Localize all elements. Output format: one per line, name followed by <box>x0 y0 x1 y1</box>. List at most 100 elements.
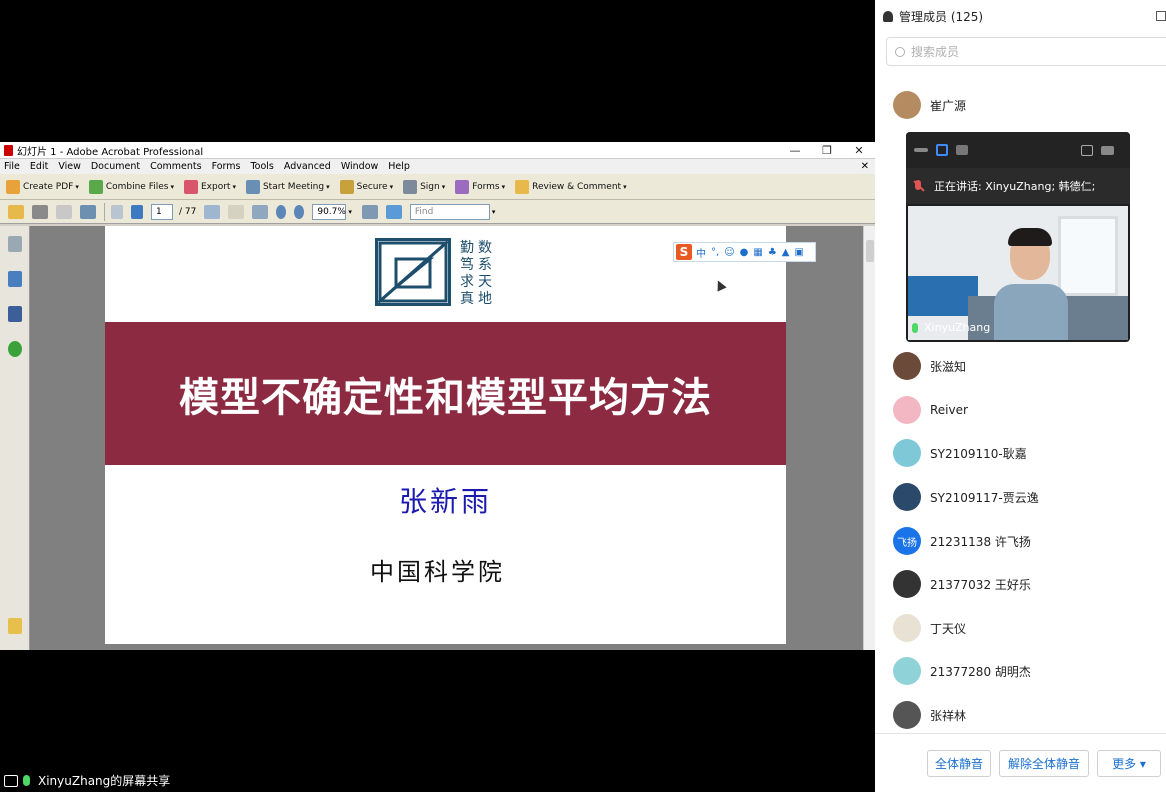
member-name: Reiver <box>930 403 968 417</box>
fit-width-icon[interactable] <box>385 204 402 219</box>
minimize-button[interactable]: — <box>779 144 811 157</box>
signatures-icon[interactable] <box>7 306 22 322</box>
save-icon[interactable] <box>56 204 72 219</box>
vertical-scrollbar[interactable] <box>863 226 875 650</box>
sign-button[interactable]: Sign ▾ <box>403 179 445 194</box>
menu-edit[interactable]: Edit <box>30 161 48 172</box>
menu-forms[interactable]: Forms <box>212 161 241 172</box>
ime-toolbar[interactable]: S 中 °, ☺ ● ▦ ♣ ▲ ▣ <box>673 242 816 262</box>
video-window[interactable]: 正在讲话: XinyuZhang; 韩德仁; XinyuZhang <box>906 132 1130 342</box>
member-item[interactable]: SY2109110-耿嘉 <box>893 438 1027 468</box>
video-toolbar <box>906 132 1130 168</box>
avatar <box>893 483 921 511</box>
fit-page-icon[interactable] <box>361 204 378 219</box>
toolbar-separator <box>104 202 105 221</box>
pages-icon[interactable] <box>7 236 22 252</box>
attachments-icon[interactable] <box>7 271 22 287</box>
pen-icon <box>403 179 418 194</box>
desktop: 幻灯片 1 - Adobe Acrobat Professional — ❐ ✕… <box>0 0 1166 792</box>
member-item[interactable]: 崔广源 <box>893 90 966 120</box>
popout-icon[interactable] <box>1156 11 1166 21</box>
video-participant-name: XinyuZhang <box>924 321 991 334</box>
menu-view[interactable]: View <box>58 161 81 172</box>
shirt-icon[interactable]: ▲ <box>782 247 790 258</box>
collapse-icon[interactable] <box>914 148 928 152</box>
zoom-in-icon[interactable] <box>294 204 305 219</box>
combine-files-icon <box>88 179 103 194</box>
menu-comments[interactable]: Comments <box>150 161 202 172</box>
comments-pane-icon[interactable] <box>8 618 22 634</box>
member-item[interactable]: 21377280 胡明杰 <box>893 656 1031 686</box>
list-view-icon[interactable] <box>956 145 968 155</box>
skin-icon[interactable]: ♣ <box>768 247 777 258</box>
member-name: SY2109117-贾云逸 <box>930 490 1039 505</box>
title-band: 模型不确定性和模型平均方法 <box>105 322 786 465</box>
previous-page-icon[interactable] <box>111 204 123 219</box>
select-tool-icon[interactable] <box>204 204 221 219</box>
page-total: / 77 <box>179 206 197 217</box>
pip-icon[interactable] <box>1081 144 1093 156</box>
menu-help[interactable]: Help <box>388 161 410 172</box>
voice-icon[interactable]: ● <box>740 247 749 258</box>
print-icon[interactable] <box>32 204 48 219</box>
panel-footer: 全体静音 解除全体静音 更多 ▾ <box>875 733 1166 792</box>
member-item[interactable]: 张滋知 <box>893 351 966 381</box>
menu-file[interactable]: File <box>4 161 20 172</box>
toolbox-icon[interactable]: ▣ <box>794 247 803 258</box>
next-page-icon[interactable] <box>131 204 143 219</box>
menu-document[interactable]: Document <box>91 161 140 172</box>
forms-button[interactable]: Forms ▾ <box>455 179 505 194</box>
sogou-icon: S <box>676 244 692 260</box>
create-pdf-icon <box>6 179 20 194</box>
member-item[interactable]: 丁天仪 <box>893 613 966 643</box>
create-pdf-button[interactable]: Create PDF ▾ <box>6 179 79 194</box>
ime-punct[interactable]: °, <box>711 247 719 258</box>
zoom-out-icon[interactable] <box>276 204 287 219</box>
restore-button[interactable]: ❐ <box>811 144 843 157</box>
document-close-icon[interactable]: ✕ <box>861 161 869 172</box>
video-feed <box>908 206 1128 340</box>
member-item[interactable]: 21377032 王好乐 <box>893 569 1031 599</box>
zoom-tool-icon[interactable] <box>252 204 269 219</box>
open-folder-icon[interactable] <box>8 204 24 219</box>
start-meeting-button[interactable]: Start Meeting ▾ <box>245 179 330 194</box>
keyboard-icon[interactable]: ▦ <box>753 247 762 258</box>
member-item[interactable]: 飞扬 21231138 许飞扬 <box>893 526 1031 556</box>
review-comment-button[interactable]: Review & Comment ▾ <box>515 179 627 194</box>
expand-icon[interactable] <box>1101 145 1114 155</box>
page-number-input[interactable]: 1 <box>151 203 173 220</box>
zoom-dropdown-icon[interactable]: ▾ <box>348 208 352 216</box>
mute-all-button[interactable]: 全体静音 <box>927 750 991 777</box>
menu-advanced[interactable]: Advanced <box>284 161 331 172</box>
mic-muted-icon <box>912 180 924 192</box>
member-item[interactable]: 张祥林 <box>893 700 966 730</box>
menu-window[interactable]: Window <box>341 161 378 172</box>
scroll-thumb[interactable] <box>866 240 874 262</box>
ime-mode-label[interactable]: 中 <box>696 245 706 260</box>
member-item[interactable]: SY2109117-贾云逸 <box>893 482 1039 512</box>
menu-tools[interactable]: Tools <box>250 161 273 172</box>
unmute-all-button[interactable]: 解除全体静音 <box>999 750 1089 777</box>
navigation-pane <box>0 226 30 650</box>
member-search-input[interactable]: 搜索成员 <box>886 37 1166 66</box>
window-controls: — ❐ ✕ <box>779 144 875 157</box>
lock-icon <box>339 179 354 194</box>
find-input[interactable]: Find <box>409 203 490 220</box>
gallery-view-icon[interactable] <box>936 144 948 156</box>
mic-icon <box>23 775 30 786</box>
menu-bar: File Edit View Document Comments Forms T… <box>0 159 875 174</box>
email-icon[interactable] <box>80 204 96 219</box>
help-icon[interactable] <box>7 341 22 357</box>
hand-tool-icon[interactable] <box>228 204 245 219</box>
emoji-icon[interactable]: ☺ <box>724 247 734 258</box>
member-item[interactable]: Reiver <box>893 395 968 425</box>
member-name: 21377032 王好乐 <box>930 577 1031 592</box>
export-button[interactable]: Export ▾ <box>183 179 236 194</box>
close-button[interactable]: ✕ <box>843 144 875 157</box>
secure-button[interactable]: Secure ▾ <box>339 179 393 194</box>
find-dropdown-icon[interactable]: ▾ <box>492 208 496 216</box>
more-button[interactable]: 更多 ▾ <box>1097 750 1161 777</box>
zoom-level-input[interactable]: 90.7% <box>312 203 347 220</box>
avatar <box>893 91 921 119</box>
combine-files-button[interactable]: Combine Files ▾ <box>88 179 174 194</box>
